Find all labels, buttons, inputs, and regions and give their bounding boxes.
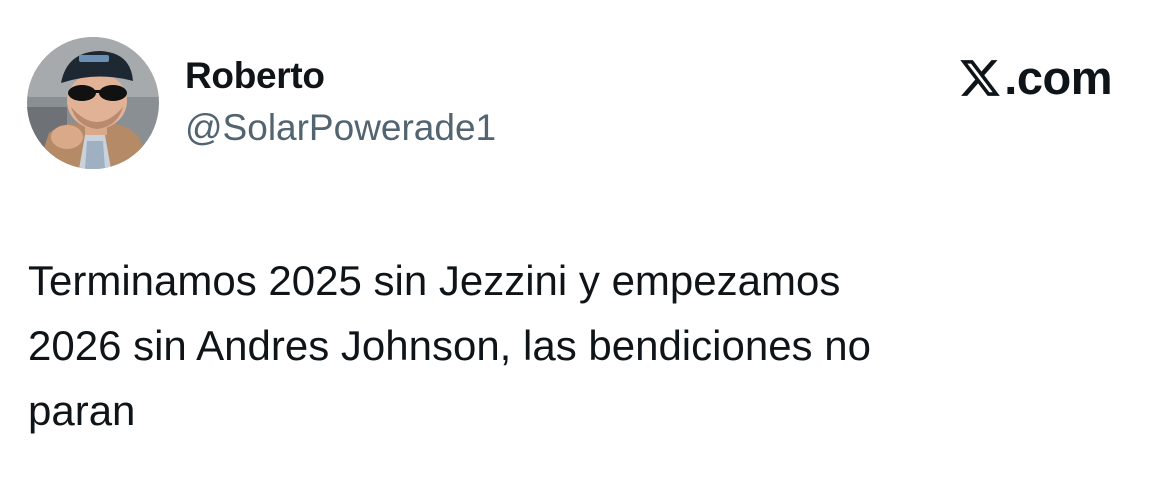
tweet-card: Roberto @SolarPowerade1 .com Terminamos … <box>0 0 1170 500</box>
avatar-photo <box>27 37 159 169</box>
author-display-name[interactable]: Roberto <box>185 52 496 100</box>
brand-domain-suffix: .com <box>1004 51 1112 104</box>
x-logo-icon <box>960 60 1001 96</box>
author-handle[interactable]: @SolarPowerade1 <box>185 102 496 154</box>
avatar[interactable] <box>27 37 159 169</box>
x-com-brand: .com <box>958 52 1112 104</box>
tweet-text: Terminamos 2025 sin Jezzini y empezamos … <box>28 257 871 434</box>
author-block: Roberto @SolarPowerade1 <box>185 52 496 154</box>
